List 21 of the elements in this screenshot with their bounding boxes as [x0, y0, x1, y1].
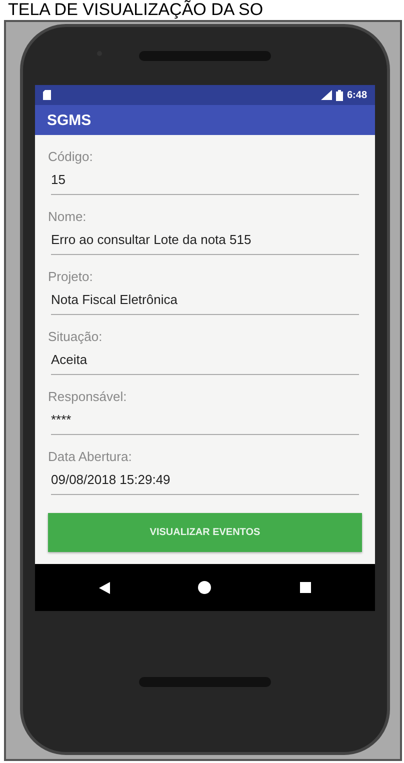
status-time: 6:48 — [346, 90, 367, 100]
text-field[interactable]: Nota Fiscal Eletrônica — [51, 292, 359, 315]
sd-card-icon — [43, 90, 51, 100]
text-field[interactable]: 15 — [51, 172, 359, 195]
text-field[interactable]: Erro ao consultar Lote da nota 515 — [51, 232, 359, 255]
text-field[interactable]: **** — [51, 412, 359, 435]
page-caption: TELA DE VISUALIZAÇÃO DA SO — [7, 0, 264, 20]
home-icon[interactable] — [198, 581, 212, 594]
battery-icon — [336, 90, 343, 100]
app-title: SGMS — [47, 112, 92, 128]
field-label: Nome: — [48, 209, 86, 224]
field-label: Responsável: — [48, 389, 127, 404]
field-label: Código: — [48, 149, 93, 164]
signal-icon — [320, 90, 332, 100]
field-label: Projeto: — [48, 269, 93, 284]
field-label: Data Abertura: — [48, 449, 132, 464]
back-icon[interactable] — [99, 582, 110, 594]
field-label: Situação: — [48, 329, 102, 344]
recents-icon[interactable] — [300, 582, 311, 593]
text-field[interactable]: 09/08/2018 15:29:49 — [51, 472, 359, 495]
text-field[interactable]: Aceita — [51, 352, 359, 375]
